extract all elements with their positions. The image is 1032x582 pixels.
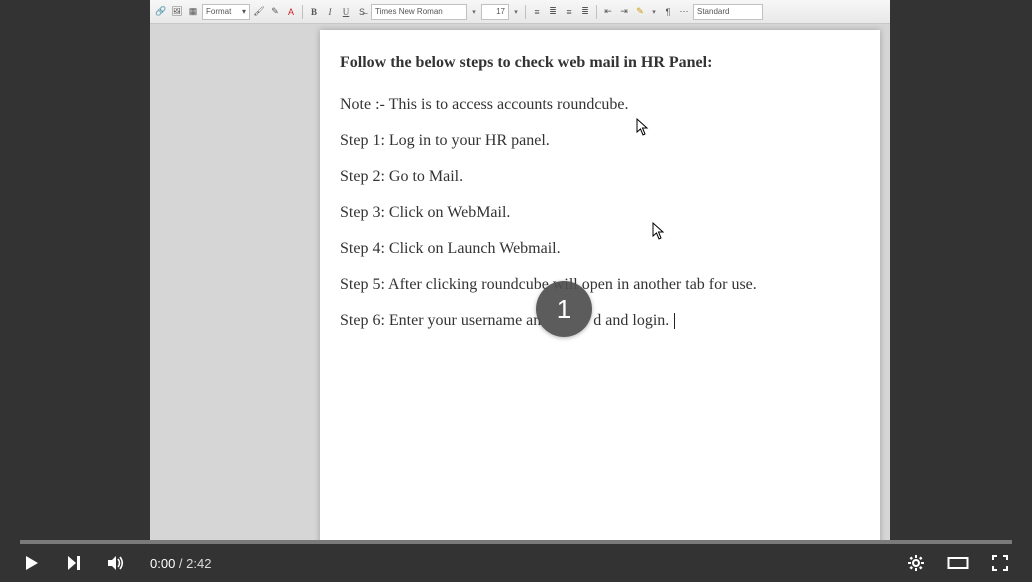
align-center-icon[interactable]: ≣: [546, 5, 560, 19]
editor-toolbar: 🔗 🖼 ▦ Format ▾ 🖌 ✎ A B I U S̶ Times New …: [150, 0, 890, 24]
indent-inc-icon[interactable]: ⇥: [617, 5, 631, 19]
strike-icon[interactable]: S̶: [355, 5, 369, 19]
step6-part1: Step 6: Enter your username an: [340, 312, 541, 329]
doc-step: Step 2: Go to Mail.: [340, 168, 860, 186]
image-icon[interactable]: 🖼: [170, 5, 184, 19]
step-badge: 1: [536, 281, 592, 337]
current-time: 0:00: [150, 556, 175, 571]
doc-step: Step 1: Log in to your HR panel.: [340, 132, 860, 150]
align-right-icon[interactable]: ≡: [562, 5, 576, 19]
control-row: 0:00 / 2:42: [20, 544, 1012, 582]
align-left-icon[interactable]: ≡: [530, 5, 544, 19]
font-size-label: 17: [496, 7, 505, 16]
duration: 2:42: [186, 556, 211, 571]
combo-arrow-icon[interactable]: ▾: [469, 4, 479, 20]
theater-mode-button[interactable]: [946, 551, 970, 575]
more-icon[interactable]: ⋯: [677, 5, 691, 19]
toolbar-separator: [596, 5, 597, 19]
pilcrow-icon[interactable]: ¶: [661, 5, 675, 19]
volume-button[interactable]: [104, 551, 128, 575]
step6-part2: d and login.: [593, 312, 669, 329]
align-justify-icon[interactable]: ≣: [578, 5, 592, 19]
time-display: 0:00 / 2:42: [150, 556, 211, 571]
toolbar-separator: [525, 5, 526, 19]
settings-button[interactable]: [904, 551, 928, 575]
play-button[interactable]: [20, 551, 44, 575]
document-page[interactable]: Follow the below steps to check web mail…: [320, 30, 880, 540]
doc-heading: Follow the below steps to check web mail…: [340, 54, 860, 72]
font-name-combo[interactable]: Times New Roman: [371, 4, 467, 20]
toolbar-separator: [302, 5, 303, 19]
fontcolor-icon[interactable]: A: [284, 5, 298, 19]
link-icon[interactable]: 🔗: [154, 5, 168, 19]
doc-step: Step 4: Click on Launch Webmail.: [340, 240, 860, 258]
highlight-icon[interactable]: ✎: [268, 5, 282, 19]
bold-button[interactable]: B: [307, 5, 321, 19]
player-controls: 0:00 / 2:42: [0, 540, 1032, 582]
font-size-combo[interactable]: 17: [481, 4, 509, 20]
controls-right: [904, 551, 1012, 575]
video-stage: 🔗 🖼 ▦ Format ▾ 🖌 ✎ A B I U S̶ Times New …: [20, 0, 1012, 540]
doc-note: Note :- This is to access accounts round…: [340, 96, 860, 114]
italic-button[interactable]: I: [323, 5, 337, 19]
font-name-label: Times New Roman: [375, 7, 443, 16]
step-badge-label: 1: [557, 294, 571, 325]
underline-button[interactable]: U: [339, 5, 353, 19]
combo-arrow-icon[interactable]: ▾: [649, 4, 659, 20]
paragraph-style-combo[interactable]: Standard: [693, 4, 763, 20]
combo-arrow-icon: ▾: [242, 7, 246, 16]
doc-step: Step 3: Click on WebMail.: [340, 204, 860, 222]
format-combo[interactable]: Format ▾: [202, 4, 250, 20]
indent-dec-icon[interactable]: ⇤: [601, 5, 615, 19]
combo-arrow-icon[interactable]: ▾: [511, 4, 521, 20]
brush-icon[interactable]: 🖌: [252, 5, 266, 19]
controls-left: 0:00 / 2:42: [20, 551, 211, 575]
doc-step: Step 6: Enter your username an d and logi…: [340, 312, 860, 330]
table-icon[interactable]: ▦: [186, 5, 200, 19]
editor-area: 🔗 🖼 ▦ Format ▾ 🖌 ✎ A B I U S̶ Times New …: [150, 0, 890, 540]
time-separator: /: [175, 556, 186, 571]
doc-step: Step 5: After clicking roundcube will op…: [340, 276, 860, 294]
format-combo-label: Format: [206, 7, 231, 16]
next-button[interactable]: [62, 551, 86, 575]
fullscreen-button[interactable]: [988, 551, 1012, 575]
paragraph-style-label: Standard: [697, 7, 729, 16]
highlighter-icon[interactable]: ✎: [633, 5, 647, 19]
